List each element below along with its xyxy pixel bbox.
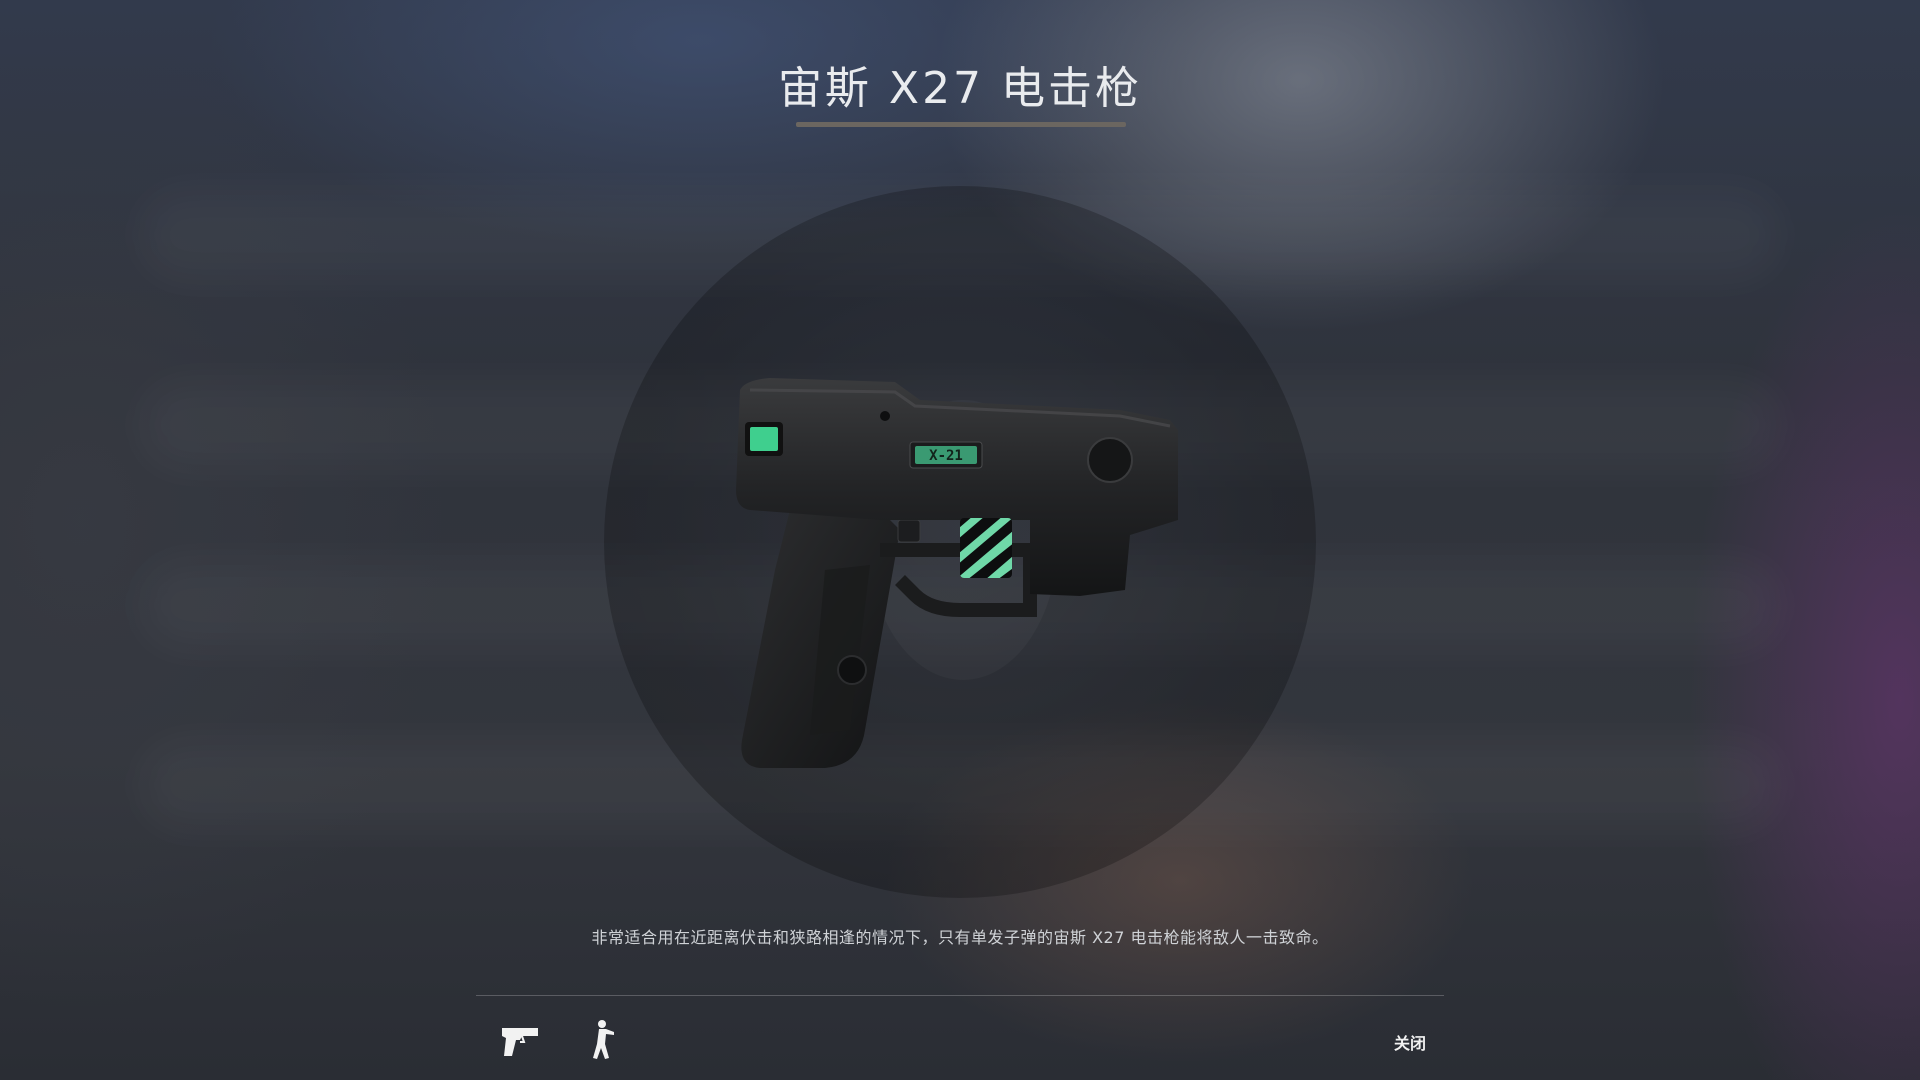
title-container: 宙斯 X27 电击枪 xyxy=(0,52,1920,126)
weapon-model[interactable]: X-21 xyxy=(730,370,1200,780)
page-title: 宙斯 X27 电击枪 xyxy=(777,63,1143,114)
item-inspect-screen: 宙斯 X27 电击枪 X-21 非常适合用在近距离伏击和狭路相逢的情况下，只有单… xyxy=(0,0,1920,1080)
weapon-marking-text: X-21 xyxy=(929,448,963,464)
close-button[interactable]: 关闭 xyxy=(1394,1030,1426,1054)
item-description: 非常适合用在近距离伏击和狭路相逢的情况下，只有单发子弹的宙斯 X27 电击枪能将… xyxy=(591,928,1329,947)
footer-bar: 关闭 xyxy=(476,1010,1444,1070)
pistol-icon[interactable] xyxy=(496,1018,544,1062)
title-underline xyxy=(796,122,1126,127)
soldier-icon[interactable] xyxy=(578,1018,626,1062)
footer-divider xyxy=(476,995,1444,996)
